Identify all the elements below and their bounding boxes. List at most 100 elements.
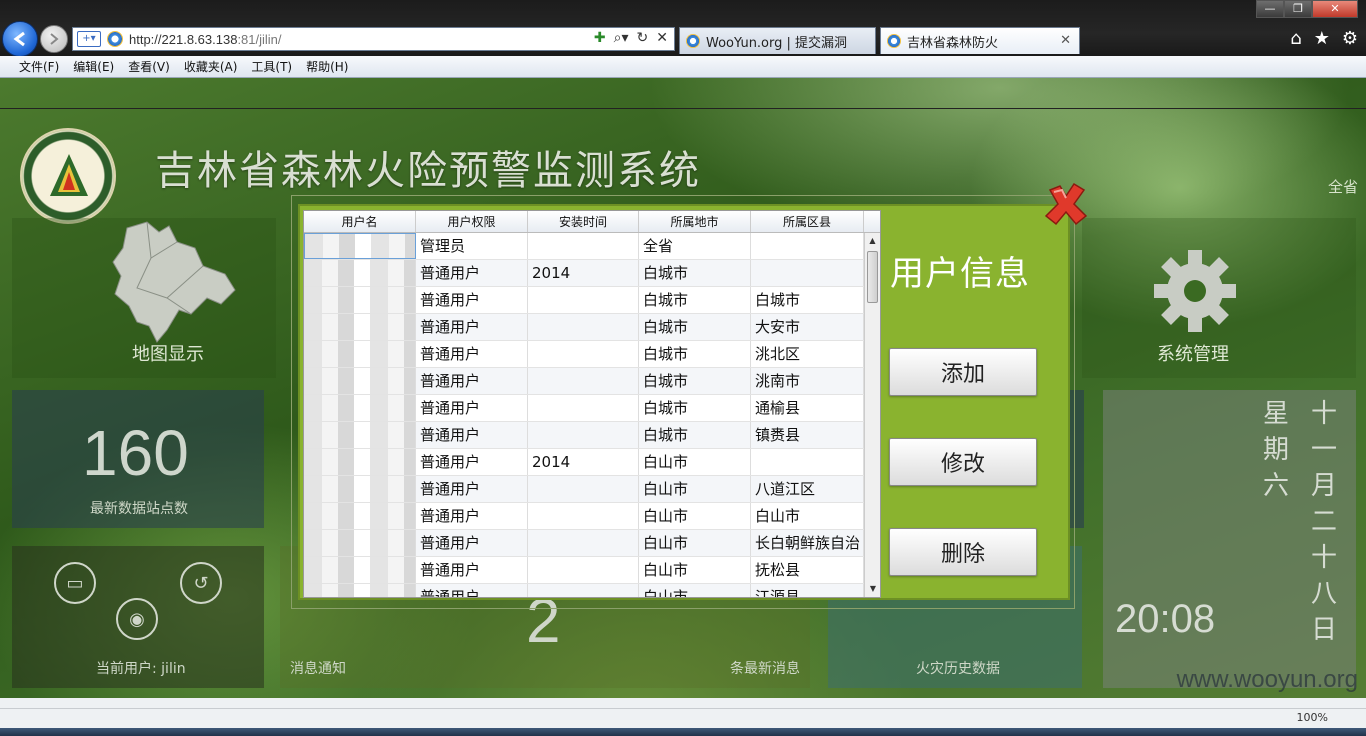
table-row[interactable]: 普通用户 白城市 大安市 <box>304 314 866 341</box>
stop-icon[interactable]: ✕ <box>656 30 668 46</box>
role-cell: 普通用户 <box>416 314 528 340</box>
table-row[interactable]: 普通用户 白山市 八道江区 <box>304 476 866 503</box>
add-button[interactable]: 添加 <box>889 348 1037 396</box>
refresh-icon[interactable]: ↻ <box>637 30 649 46</box>
username-cell <box>304 260 416 286</box>
table-row[interactable]: 普通用户 白山市 抚松县 <box>304 557 866 584</box>
column-header[interactable]: 安装时间 <box>528 211 639 232</box>
tab-jilin[interactable]: 吉林省森林防火 ✕ <box>880 27 1080 54</box>
table-row[interactable]: 普通用户 白山市 江源县 <box>304 584 866 597</box>
chat-icon[interactable]: ▭ <box>54 562 96 604</box>
menu-tools[interactable]: 工具(T) <box>244 58 299 75</box>
table-row[interactable]: 普通用户 白山市 白山市 <box>304 503 866 530</box>
table-row[interactable]: 普通用户 白城市 镇赉县 <box>304 422 866 449</box>
username-cell <box>304 557 416 583</box>
stations-tile[interactable]: 160 最新数据站点数 <box>12 390 264 528</box>
site-title: 吉林省森林火险预警监测系统 <box>155 148 701 194</box>
city-cell: 白城市 <box>639 341 751 367</box>
table-row[interactable]: 普通用户 2014 白山市 <box>304 449 866 476</box>
user-icon[interactable]: ◉ <box>116 598 158 640</box>
role-cell: 普通用户 <box>416 584 528 597</box>
menu-file[interactable]: 文件(F) <box>12 58 66 75</box>
user-tile[interactable]: ▭ ↺ ◉ 当前用户: jilin <box>12 546 264 688</box>
delete-button[interactable]: 删除 <box>889 528 1037 576</box>
column-header[interactable]: 用户权限 <box>416 211 528 232</box>
table-header: 用户名 用户权限 安装时间 所属地市 所属区县 <box>304 211 880 233</box>
edit-button[interactable]: 修改 <box>889 438 1037 486</box>
scroll-up-icon[interactable]: ▲ <box>865 233 880 249</box>
system-tile[interactable]: 系统管理 <box>1082 218 1356 378</box>
region-label[interactable]: 全省 <box>1328 176 1358 197</box>
table-row[interactable]: 普通用户 2014 白城市 <box>304 260 866 287</box>
current-user: 当前用户: jilin <box>96 661 186 677</box>
menu-help[interactable]: 帮助(H) <box>299 58 355 75</box>
install-time-cell: 2014 <box>528 260 639 286</box>
username-cell <box>304 287 416 313</box>
menu-edit[interactable]: 编辑(E) <box>66 58 121 75</box>
column-header[interactable]: 用户名 <box>304 211 416 232</box>
username-cell <box>304 449 416 475</box>
county-cell: 大安市 <box>751 314 864 340</box>
table-row[interactable]: 管理员 全省 <box>304 233 866 260</box>
map-tile[interactable]: 地图显示 <box>12 218 276 378</box>
city-cell: 白城市 <box>639 314 751 340</box>
role-cell: 普通用户 <box>416 422 528 448</box>
browser-title-bar: +▾ http://221.8.63.138:81/jilin/ ✚ ⌕▾ ↻ … <box>0 0 1366 57</box>
table-scrollbar[interactable]: ▲ ▼ <box>864 233 880 597</box>
county-cell: 镇赉县 <box>751 422 864 448</box>
city-cell: 白山市 <box>639 584 751 597</box>
close-window-button[interactable]: ✕ <box>1312 0 1358 18</box>
minimize-button[interactable]: — <box>1256 0 1284 18</box>
county-cell <box>751 449 864 475</box>
table-row[interactable]: 普通用户 白城市 白城市 <box>304 287 866 314</box>
add-icon[interactable]: ✚ <box>594 30 606 46</box>
role-cell: 管理员 <box>416 233 528 259</box>
username-cell <box>304 395 416 421</box>
weekday: 星期六 <box>1263 399 1290 501</box>
username-cell <box>304 476 416 502</box>
page-bottom-strip <box>0 698 1366 708</box>
username-cell <box>304 422 416 448</box>
scroll-down-icon[interactable]: ▼ <box>865 581 880 597</box>
scroll-thumb[interactable] <box>867 251 878 303</box>
menu-favorites[interactable]: 收藏夹(A) <box>177 58 245 75</box>
forward-button[interactable] <box>40 25 68 53</box>
column-header[interactable]: 所属区县 <box>751 211 864 232</box>
address-bar[interactable]: +▾ http://221.8.63.138:81/jilin/ ✚ ⌕▾ ↻ … <box>72 27 675 51</box>
stations-label: 最新数据站点数 <box>90 501 188 517</box>
tab-wooyun[interactable]: WooYun.org | 提交漏洞 <box>679 27 876 54</box>
table-row[interactable]: 普通用户 白城市 洮南市 <box>304 368 866 395</box>
settings-gear-icon[interactable]: ⚙ <box>1342 28 1358 49</box>
table-row[interactable]: 普通用户 白山市 长白朝鲜族自治 <box>304 530 866 557</box>
search-icon[interactable]: ⌕▾ <box>614 30 629 46</box>
maximize-button[interactable]: ❐ <box>1284 0 1312 18</box>
close-tab-icon[interactable]: ✕ <box>1060 33 1071 48</box>
role-cell: 普通用户 <box>416 530 528 556</box>
role-cell: 普通用户 <box>416 395 528 421</box>
table-row[interactable]: 普通用户 白城市 通榆县 <box>304 395 866 422</box>
favorites-star-icon[interactable]: ★ <box>1314 28 1330 49</box>
forest-fire-logo <box>20 128 116 224</box>
status-bar: 100% <box>0 708 1366 728</box>
city-cell: 白山市 <box>639 476 751 502</box>
county-cell <box>751 233 864 259</box>
table-row[interactable]: 普通用户 白城市 洮北区 <box>304 341 866 368</box>
city-cell: 全省 <box>639 233 751 259</box>
zoom-level[interactable]: 100% <box>1297 711 1328 724</box>
back-button[interactable] <box>2 21 38 57</box>
county-cell: 洮南市 <box>751 368 864 394</box>
table-body: 管理员 全省 普通用户 2014 白城市 普通用户 白城市 白城市 普通用户 白城市 大安市 普通用户… <box>304 233 866 597</box>
url-text[interactable]: http://221.8.63.138:81/jilin/ <box>129 32 282 47</box>
role-cell: 普通用户 <box>416 287 528 313</box>
user-table[interactable]: 用户名 用户权限 安装时间 所属地市 所属区县 管理员 全省 普通用户 2014 白城市… <box>303 210 881 598</box>
column-header[interactable]: 所属地市 <box>639 211 751 232</box>
close-icon[interactable] <box>1042 180 1090 228</box>
history-icon[interactable]: ↺ <box>180 562 222 604</box>
compat-view-icon[interactable]: +▾ <box>77 31 101 47</box>
dialog-title: 用户信息 <box>890 254 1030 294</box>
gear-icon <box>1154 250 1236 332</box>
install-time-cell <box>528 341 639 367</box>
role-cell: 普通用户 <box>416 341 528 367</box>
home-icon[interactable]: ⌂ <box>1290 28 1301 49</box>
menu-view[interactable]: 查看(V) <box>121 58 177 75</box>
